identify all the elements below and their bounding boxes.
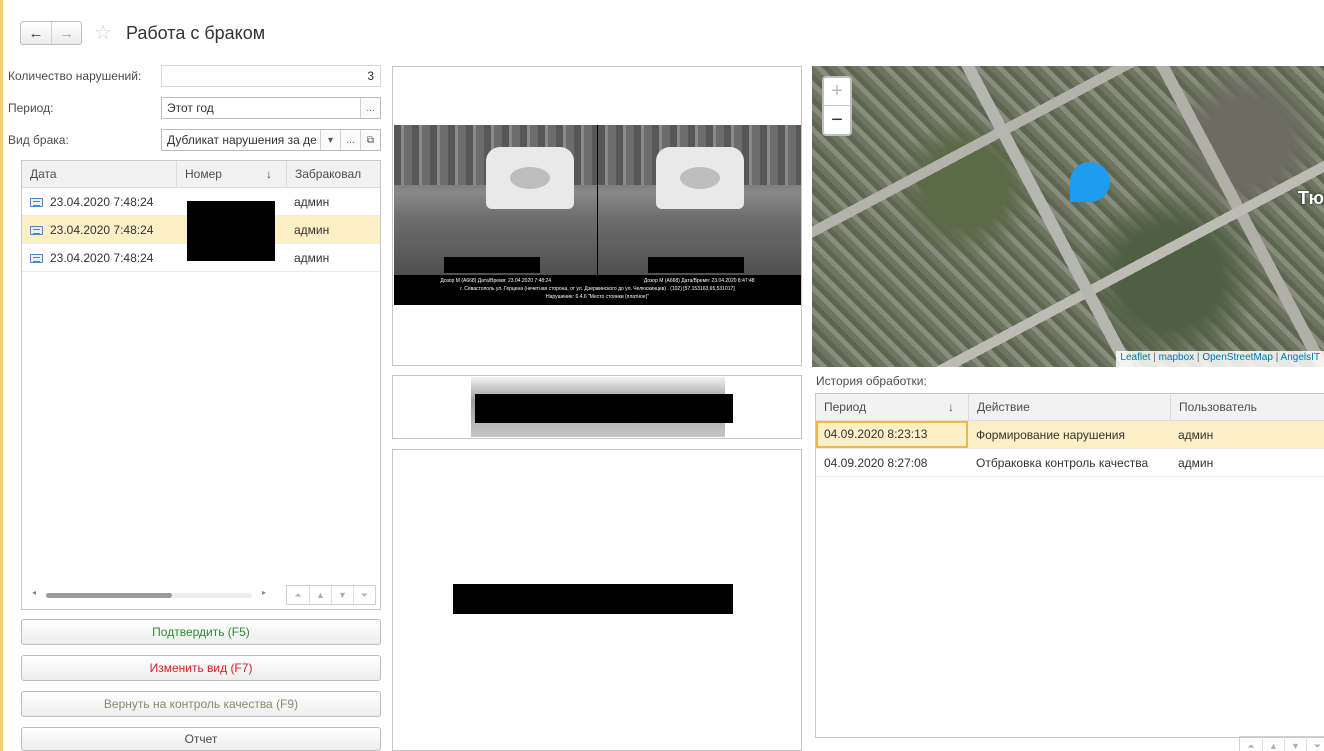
first-row-icon[interactable]: ⏶: [287, 586, 309, 604]
defect-type-field[interactable]: Дубликат нарушения за де ▾ ... ⧉: [161, 129, 381, 151]
defect-type-label: Вид брака:: [8, 133, 69, 147]
left-accent-bar: [0, 0, 3, 751]
document-icon: [30, 225, 43, 235]
plate-crop-panel: [392, 375, 802, 439]
prev-row-icon[interactable]: ▲: [1262, 737, 1284, 751]
violation-photo-panel: Дозор М (A668) Дата/Время: 23.04.2020 7:…: [392, 66, 802, 366]
column-period-label: Период: [824, 399, 867, 414]
redaction-box: [648, 257, 744, 273]
row-period[interactable]: 04.09.2020 8:23:13: [816, 421, 968, 448]
open-icon[interactable]: ⧉: [360, 130, 380, 150]
row-date: 23.04.2020 7:48:24: [50, 250, 154, 265]
table-row[interactable]: 04.09.2020 8:27:08 Отбраковка контроль к…: [816, 449, 1324, 477]
row-action: Отбраковка контроль качества: [976, 455, 1149, 470]
row-date: 23.04.2020 7:48:24: [50, 194, 154, 209]
car-image: [656, 147, 744, 209]
column-number-label: Номер: [185, 166, 222, 181]
recognized-number-panel: [392, 449, 802, 751]
redaction-box: [187, 201, 275, 261]
photo-frame-right: [598, 125, 801, 275]
scroll-left-icon[interactable]: ◂: [32, 588, 36, 597]
caption-left: Дозор М (A668) Дата/Время: 23.04.2020 7:…: [440, 278, 552, 284]
caption-location: г. Севастополь ул. Герцена (нечетная сто…: [460, 286, 735, 292]
column-period[interactable]: Период ↓: [816, 394, 968, 421]
report-button[interactable]: Отчет: [21, 727, 381, 751]
table-nav: ⏶ ▲ ▼ ⏷: [286, 585, 376, 605]
next-row-icon[interactable]: ▼: [331, 586, 353, 604]
redaction-box: [475, 394, 733, 423]
caption-violation: Нарушение: 6.4.6 "Место стоянки (платное…: [545, 294, 650, 300]
zoom-out-icon[interactable]: −: [824, 106, 850, 134]
row-period: 04.09.2020 8:27:08: [824, 455, 928, 470]
period-label: Период:: [8, 101, 54, 115]
column-user[interactable]: Пользователь: [1170, 393, 1324, 421]
header: ← → ☆ Работа с браком: [20, 18, 265, 48]
photo-caption: Дозор М (A668) Дата/Время: 23.04.2020 7:…: [394, 275, 801, 305]
first-row-icon[interactable]: ⏶: [1240, 737, 1262, 751]
page-title: Работа с браком: [125, 22, 266, 43]
history-label: История обработки:: [816, 374, 927, 388]
table-header: Дата Номер ↓ Забраковал: [22, 160, 380, 188]
map-zoom-control: + −: [822, 76, 852, 136]
map-pin-icon[interactable]: [1070, 162, 1110, 202]
violations-table: Дата Номер ↓ Забраковал 23.04.2020 7:48:…: [21, 160, 381, 610]
document-icon: [30, 197, 43, 207]
next-row-icon[interactable]: ▼: [1284, 737, 1306, 751]
attribution-osm[interactable]: OpenStreetMap: [1202, 352, 1273, 363]
history-nav: ⏶ ▲ ▼ ⏷: [1239, 736, 1324, 751]
scroll-thumb[interactable]: [46, 593, 172, 598]
sort-down-icon: ↓: [948, 399, 954, 414]
sort-down-icon: ↓: [266, 166, 272, 181]
forward-icon[interactable]: →: [51, 22, 81, 44]
zoom-in-icon[interactable]: +: [824, 78, 850, 106]
row-user: админ: [1178, 427, 1214, 442]
row-user: админ: [1178, 455, 1214, 470]
column-number[interactable]: Номер ↓: [176, 160, 286, 188]
confirm-button[interactable]: Подтвердить (F5): [21, 619, 381, 645]
back-icon[interactable]: ←: [21, 22, 51, 44]
scroll-right-icon[interactable]: ▸: [262, 588, 266, 597]
column-rejected-by[interactable]: Забраковал: [286, 160, 380, 188]
last-row-icon[interactable]: ⏷: [1306, 737, 1324, 751]
column-action[interactable]: Действие: [968, 393, 1170, 421]
row-user: админ: [294, 194, 330, 209]
change-type-button[interactable]: Изменить вид (F7): [21, 655, 381, 681]
attribution-mapbox[interactable]: mapbox: [1159, 352, 1195, 363]
row-action: Формирование нарушения: [976, 427, 1125, 442]
photo-frame-left: [394, 125, 597, 275]
violation-photo[interactable]: Дозор М (A668) Дата/Время: 23.04.2020 7:…: [394, 125, 801, 305]
last-row-icon[interactable]: ⏷: [353, 586, 375, 604]
dropdown-icon[interactable]: ▾: [320, 130, 340, 150]
row-date: 23.04.2020 7:48:24: [50, 222, 154, 237]
period-field[interactable]: Этот год ...: [161, 97, 381, 119]
violations-count-label: Количество нарушений:: [8, 69, 142, 83]
column-date[interactable]: Дата: [22, 161, 176, 188]
horizontal-scrollbar[interactable]: ◂ ▸: [32, 588, 272, 599]
row-user: админ: [294, 222, 330, 237]
table-row[interactable]: 04.09.2020 8:23:13 Формирование нарушени…: [816, 421, 1324, 449]
history-header: Период ↓ Действие Пользователь: [816, 393, 1324, 421]
violations-count-value: 3: [367, 69, 374, 83]
document-icon: [30, 253, 43, 263]
history-table: Период ↓ Действие Пользователь 04.09.202…: [815, 393, 1324, 738]
defect-type-value[interactable]: Дубликат нарушения за де: [162, 133, 320, 147]
attribution-angelsit[interactable]: AngelsIT: [1281, 352, 1320, 363]
violations-count-field: 3: [161, 65, 381, 87]
redaction-box: [453, 584, 733, 614]
car-image: [486, 147, 574, 209]
nav-buttons: ← →: [20, 21, 82, 45]
row-user: админ: [294, 250, 330, 265]
return-to-qc-button[interactable]: Вернуть на контроль качества (F9): [21, 691, 381, 717]
defect-select-button[interactable]: ...: [340, 130, 360, 150]
redaction-box: [444, 257, 540, 273]
prev-row-icon[interactable]: ▲: [309, 586, 331, 604]
period-value[interactable]: Этот год: [162, 101, 360, 115]
caption-right: Дозор М (A668) Дата/Время: 23.04.2020 8:…: [643, 278, 755, 284]
map-attribution: Leaflet | mapbox | OpenStreetMap | Angel…: [1116, 351, 1324, 367]
period-select-button[interactable]: ...: [360, 98, 380, 118]
favorite-star-icon[interactable]: ☆: [94, 23, 112, 43]
map[interactable]: + − Тю Leaflet | mapbox | OpenStreetMap …: [812, 66, 1324, 367]
map-city-label: Тю: [1297, 188, 1324, 208]
attribution-leaflet[interactable]: Leaflet: [1120, 352, 1150, 363]
